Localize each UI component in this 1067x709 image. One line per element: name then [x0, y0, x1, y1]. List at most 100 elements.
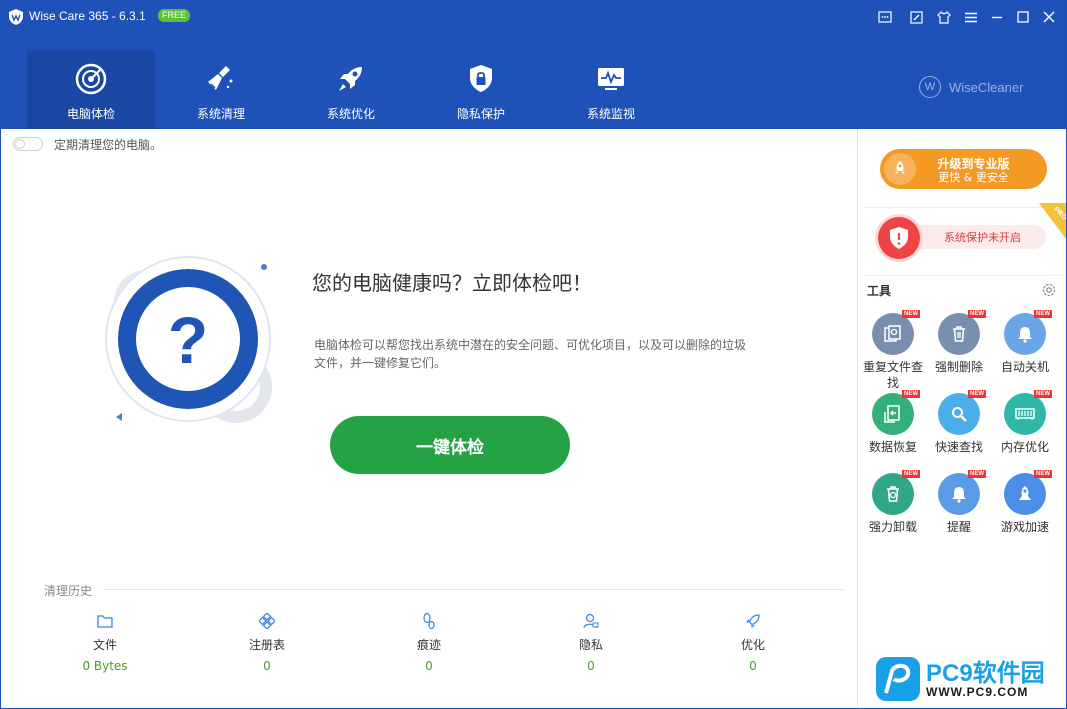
new-badge: NEW [1034, 310, 1052, 318]
lock-shield-icon [463, 61, 499, 97]
maximize-icon[interactable] [1014, 8, 1032, 26]
tool-quick-search[interactable]: NEW 快速查找 [929, 390, 989, 455]
gear-icon[interactable] [1041, 282, 1057, 298]
main-panel: 定期清理您的电脑。 ? 您的电脑健康吗？立即体检吧！ 电脑体检可以帮您找出系统中… [1, 129, 857, 708]
history-value: 0 [749, 659, 757, 673]
new-badge: NEW [1034, 470, 1052, 478]
new-badge: NEW [902, 470, 920, 478]
tool-label: 提醒 [946, 520, 971, 534]
new-badge: NEW [902, 310, 920, 318]
privacy-icon [541, 612, 641, 630]
main-nav: 电脑体检 系统清理 系统优化 隐私保护 系统监视 W WiseCleaner [1, 33, 1066, 129]
tab-pc-checkup[interactable]: 电脑体检 [27, 51, 155, 129]
force-delete-icon: NEW [938, 310, 986, 355]
tool-label: 内存优化 [1000, 440, 1049, 454]
memory-optimize-icon: NEW [1004, 390, 1052, 435]
optimize-icon [703, 612, 803, 630]
health-check-illustration: ? [105, 256, 272, 423]
tool-label: 强力卸载 [868, 520, 917, 534]
close-icon[interactable] [1040, 8, 1058, 26]
tool-label: 强制删除 [934, 360, 983, 374]
history-divider [103, 589, 843, 590]
app-window: Wise Care 365 - 6.3.1 FREE 电脑体检 系统清理 系统优… [0, 0, 1067, 709]
registry-icon [217, 612, 317, 630]
headline: 您的电脑健康吗？立即体检吧！ [312, 271, 592, 295]
reminder-icon: NEW [938, 470, 986, 515]
history-item-optimize: 优化 0 [703, 612, 803, 673]
app-title: Wise Care 365 - 6.3.1 [29, 9, 146, 23]
system-protection-status[interactable]: 系统保护未开启 [878, 217, 1046, 259]
tool-data-recovery[interactable]: NEW 数据恢复 [863, 390, 923, 455]
tool-auto-shutdown[interactable]: NEW 自动关机 [995, 310, 1055, 375]
game-boost-icon: NEW [1004, 470, 1052, 515]
history-item-privacy: 隐私 0 [541, 612, 641, 673]
schedule-label: 定期清理您的电脑。 [54, 138, 163, 152]
tool-label: 快速查找 [934, 440, 983, 454]
tool-force-delete[interactable]: NEW 强制删除 [929, 310, 989, 375]
description: 电脑体检可以帮您找出系统中潜在的安全问题、可优化项目，以及可以删除的垃圾文件，并… [314, 338, 747, 370]
broom-icon [203, 61, 239, 97]
tab-label: 系统优化 [326, 107, 375, 121]
history-title: 清理历史 [44, 584, 93, 598]
tool-uninstaller[interactable]: NEW 强力卸载 [863, 470, 923, 535]
tool-reminder[interactable]: NEW 提醒 [929, 470, 989, 535]
question-mark-icon: ? [168, 303, 208, 377]
tool-memory-optimize[interactable]: NEW 内存优化 [995, 390, 1055, 455]
one-click-check-button[interactable]: 一键体检 [330, 416, 570, 474]
wisecleaner-logo-icon: W [919, 76, 941, 98]
new-badge: NEW [968, 470, 986, 478]
skin-icon[interactable] [935, 8, 953, 26]
auto-shutdown-icon: NEW [1004, 310, 1052, 355]
menu-icon[interactable] [962, 8, 980, 26]
history-value: 0 [587, 659, 595, 673]
history-item-files: 文件 0 Bytes [55, 612, 155, 673]
divider [863, 275, 1062, 276]
history-value: 0 [263, 659, 271, 673]
warning-shield-icon [878, 217, 920, 259]
new-badge: NEW [902, 390, 920, 398]
tool-game-boost[interactable]: NEW 游戏加速 [995, 470, 1055, 535]
pc9-logo-icon [876, 657, 920, 701]
duplicate-finder-icon: NEW [872, 310, 920, 355]
tool-label: 重复文件查找 [863, 360, 924, 390]
tool-label: 数据恢复 [868, 440, 917, 454]
upgrade-subtitle: 更快 & 更安全 [938, 171, 1009, 184]
rocket-icon [333, 61, 369, 97]
monitor-icon [593, 61, 629, 97]
new-badge: NEW [968, 310, 986, 318]
quick-search-icon: NEW [938, 390, 986, 435]
minimize-icon[interactable] [988, 8, 1006, 26]
history-item-traces: 痕迹 0 [379, 612, 479, 673]
protection-text: 系统保护未开启 [944, 231, 1021, 244]
divider [863, 207, 1062, 208]
new-badge: NEW [1034, 390, 1052, 398]
history-value: 0 Bytes [82, 659, 128, 673]
pro-corner-badge: PRO [1039, 203, 1066, 239]
new-badge: NEW [968, 390, 986, 398]
feedback-icon[interactable] [876, 8, 894, 26]
folder-icon [55, 612, 155, 630]
history-label: 痕迹 [416, 638, 441, 652]
wisecleaner-brand[interactable]: W WiseCleaner [919, 76, 1049, 98]
history-label: 文件 [92, 638, 117, 652]
history-label: 隐私 [578, 638, 603, 652]
tool-label: 游戏加速 [1000, 520, 1049, 534]
watermark-title: PC9软件园 [926, 660, 1045, 687]
tab-label: 电脑体检 [66, 107, 115, 121]
uninstaller-icon: NEW [872, 470, 920, 515]
history-label: 优化 [740, 638, 765, 652]
side-panel: 升级到专业版 更快 & 更安全 系统保护未开启 PRO 工具 NEW 重复文件查… [857, 129, 1066, 708]
schedule-toggle[interactable] [13, 137, 43, 151]
watermark-url: WWW.PC9.COM [926, 685, 1029, 699]
edit-icon[interactable] [907, 8, 925, 26]
tab-label: 系统监视 [586, 107, 635, 121]
history-value: 0 [425, 659, 433, 673]
footprint-icon [379, 612, 479, 630]
brand-text: WiseCleaner [949, 79, 1024, 95]
history-label: 注册表 [248, 638, 285, 652]
upgrade-pro-button[interactable]: 升级到专业版 更快 & 更安全 [880, 149, 1047, 189]
pc9-watermark: PC9软件园 WWW.PC9.COM [874, 655, 1064, 705]
tool-label: 自动关机 [1000, 360, 1049, 374]
free-badge: FREE [158, 9, 191, 22]
tool-duplicate-finder[interactable]: NEW 重复文件查找 [863, 310, 924, 391]
